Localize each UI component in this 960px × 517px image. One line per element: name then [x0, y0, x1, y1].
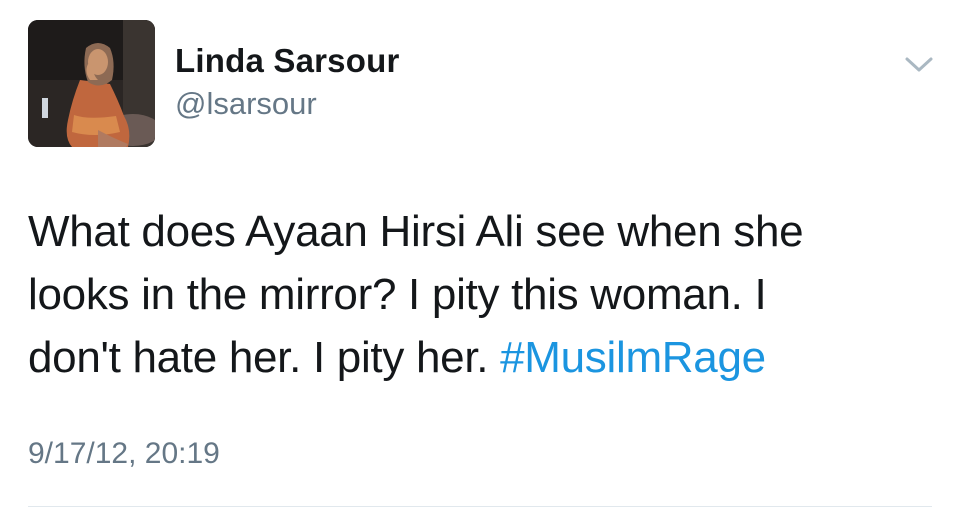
- avatar[interactable]: [28, 20, 155, 147]
- tweet-text: What does Ayaan Hirsi Ali see when she l…: [28, 200, 928, 389]
- tweet-card: Linda Sarsour @lsarsour What does Ayaan …: [0, 0, 960, 517]
- divider: [28, 506, 932, 507]
- tweet-text-line: looks in the mirror? I pity this woman. …: [28, 270, 767, 319]
- tweet-text-line: don't hate her. I pity her. #MusilmRage: [28, 326, 928, 389]
- tweet-timestamp[interactable]: 9/17/12, 20:19: [28, 437, 220, 471]
- profile-photo-icon: [28, 20, 155, 147]
- display-name[interactable]: Linda Sarsour: [175, 42, 399, 80]
- chevron-down-icon[interactable]: [902, 52, 936, 76]
- tweet-text-line: What does Ayaan Hirsi Ali see when she: [28, 207, 804, 256]
- hashtag-link[interactable]: #MusilmRage: [500, 333, 766, 382]
- tweet-text-segment: don't hate her. I pity her.: [28, 333, 501, 382]
- user-handle[interactable]: @lsarsour: [175, 86, 317, 122]
